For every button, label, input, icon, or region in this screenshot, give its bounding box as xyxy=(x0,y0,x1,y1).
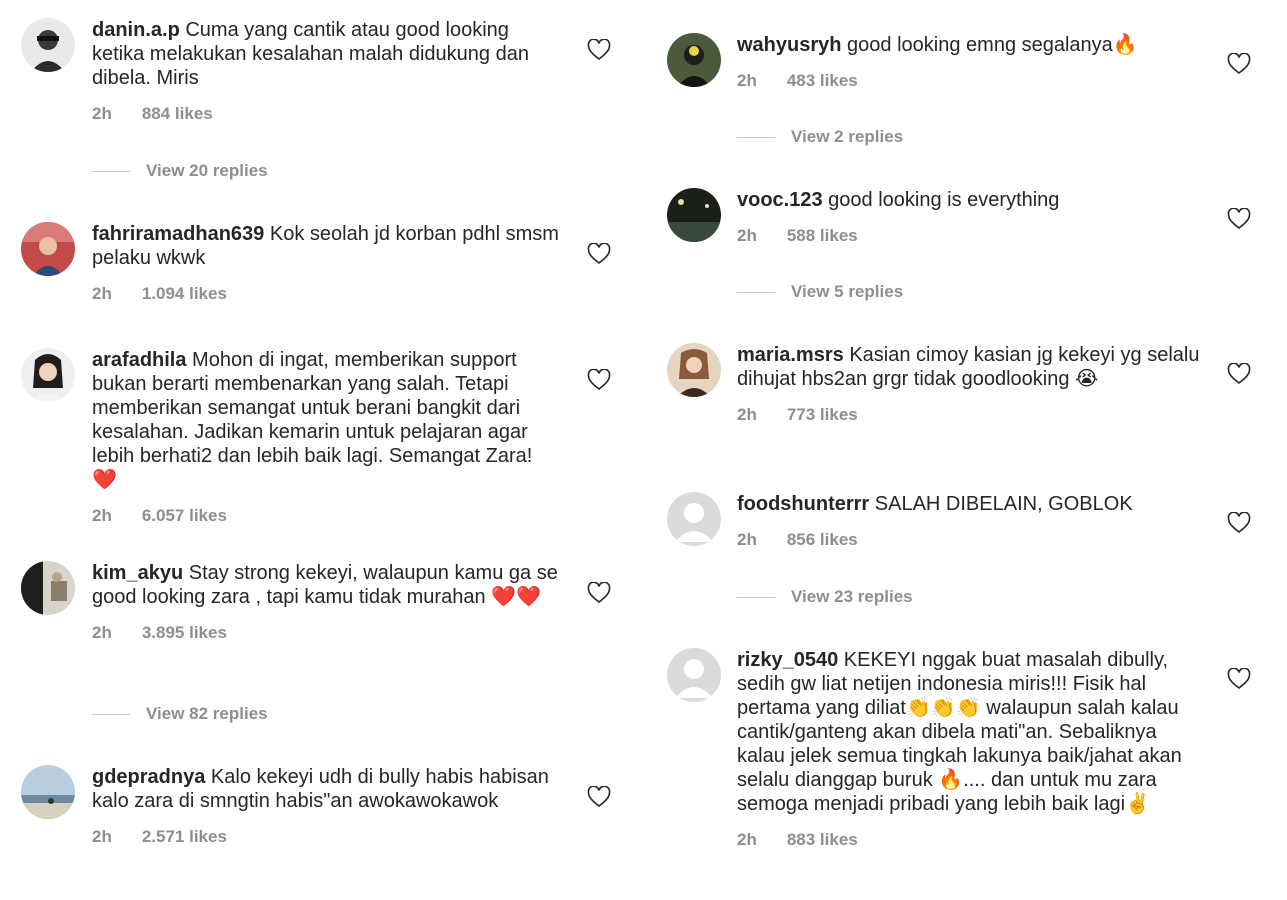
username-link[interactable]: foodshunterrr xyxy=(737,493,869,515)
like-heart-icon[interactable] xyxy=(587,369,611,391)
like-heart-icon[interactable] xyxy=(587,243,611,265)
comment-body: SALAH DIBELAIN, GOBLOK xyxy=(874,493,1133,515)
likes-count[interactable]: 884 likes xyxy=(142,104,213,124)
likes-count[interactable]: 3.895 likes xyxy=(142,623,227,643)
avatar[interactable] xyxy=(667,343,721,397)
likes-count[interactable]: 483 likes xyxy=(787,71,858,91)
timestamp: 2h xyxy=(737,405,757,424)
view-replies-button[interactable]: View 23 replies xyxy=(737,587,913,607)
replies-divider xyxy=(737,136,775,138)
comment-meta: 2h 3.895 likes xyxy=(92,623,562,643)
replies-divider xyxy=(737,291,775,293)
avatar[interactable] xyxy=(21,222,75,276)
view-replies-button[interactable]: View 20 replies xyxy=(92,161,268,181)
view-replies-label[interactable]: View 2 replies xyxy=(791,127,903,147)
username-link[interactable]: maria.msrs xyxy=(737,344,844,366)
view-replies-label[interactable]: View 5 replies xyxy=(791,282,903,302)
likes-count[interactable]: 6.057 likes xyxy=(142,506,227,526)
likes-count[interactable]: 588 likes xyxy=(787,226,858,246)
timestamp: 2h xyxy=(737,71,757,90)
like-heart-icon[interactable] xyxy=(1227,53,1251,75)
comment-meta: 2h 856 likes xyxy=(737,530,1207,550)
like-heart-icon[interactable] xyxy=(1227,668,1251,690)
like-heart-icon[interactable] xyxy=(1227,512,1251,534)
comment-text: rizky_0540 KEKEYI nggak buat masalah dib… xyxy=(737,648,1207,816)
avatar[interactable] xyxy=(667,33,721,87)
comment-meta: 2h 773 likes xyxy=(737,405,1207,425)
replies-divider xyxy=(92,170,130,172)
username-link[interactable]: wahyusryh xyxy=(737,34,841,56)
like-heart-icon[interactable] xyxy=(587,786,611,808)
username-link[interactable]: vooc.123 xyxy=(737,189,823,211)
comment-text: foodshunterrr SALAH DIBELAIN, GOBLOK xyxy=(737,492,1207,516)
username-link[interactable]: gdepradnya xyxy=(92,766,205,788)
likes-count[interactable]: 883 likes xyxy=(787,830,858,850)
comment-meta: 2h 2.571 likes xyxy=(92,827,562,847)
avatar[interactable] xyxy=(667,188,721,242)
like-heart-icon[interactable] xyxy=(1227,208,1251,230)
avatar[interactable] xyxy=(21,765,75,819)
likes-count[interactable]: 856 likes xyxy=(787,530,858,550)
username-link[interactable]: rizky_0540 xyxy=(737,649,838,671)
comment-meta: 2h 6.057 likes xyxy=(92,506,562,526)
comment-body: good looking is everything xyxy=(828,189,1060,211)
view-replies-button[interactable]: View 2 replies xyxy=(737,127,903,147)
view-replies-label[interactable]: View 82 replies xyxy=(146,704,268,724)
replies-divider xyxy=(737,596,775,598)
timestamp: 2h xyxy=(92,827,112,846)
comment-text: kim_akyu Stay strong kekeyi, walaupun ka… xyxy=(92,561,562,609)
comment-body: KEKEYI nggak buat masalah dibully, sedih… xyxy=(737,649,1182,815)
comment-text: danin.a.p Cuma yang cantik atau good loo… xyxy=(92,18,562,90)
comment-text: arafadhila Mohon di ingat, memberikan su… xyxy=(92,348,562,492)
default-avatar-icon[interactable] xyxy=(667,648,721,702)
timestamp: 2h xyxy=(92,284,112,303)
comment-text: fahriramadhan639 Kok seolah jd korban pd… xyxy=(92,222,562,270)
comment-text: gdepradnya Kalo kekeyi udh di bully habi… xyxy=(92,765,562,813)
like-heart-icon[interactable] xyxy=(587,582,611,604)
view-replies-label[interactable]: View 23 replies xyxy=(791,587,913,607)
comment-meta: 2h 483 likes xyxy=(737,71,1207,91)
like-heart-icon[interactable] xyxy=(1227,363,1251,385)
comment-text: maria.msrs Kasian cimoy kasian jg kekeyi… xyxy=(737,343,1207,391)
timestamp: 2h xyxy=(737,226,757,245)
comment-meta: 2h 588 likes xyxy=(737,226,1207,246)
username-link[interactable]: fahriramadhan639 xyxy=(92,223,264,245)
timestamp: 2h xyxy=(92,623,112,642)
likes-count[interactable]: 1.094 likes xyxy=(142,284,227,304)
replies-divider xyxy=(92,713,130,715)
avatar[interactable] xyxy=(21,348,75,402)
comment-meta: 2h 884 likes xyxy=(92,104,562,124)
likes-count[interactable]: 773 likes xyxy=(787,405,858,425)
comment-meta: 2h 1.094 likes xyxy=(92,284,562,304)
comment-text: vooc.123 good looking is everything xyxy=(737,188,1207,212)
avatar[interactable] xyxy=(21,561,75,615)
timestamp: 2h xyxy=(737,530,757,549)
default-avatar-icon[interactable] xyxy=(667,492,721,546)
timestamp: 2h xyxy=(92,506,112,525)
comment-text: wahyusryh good looking emng segalanya🔥 xyxy=(737,33,1207,57)
timestamp: 2h xyxy=(92,104,112,123)
timestamp: 2h xyxy=(737,830,757,849)
avatar[interactable] xyxy=(21,18,75,72)
username-link[interactable]: arafadhila xyxy=(92,349,186,371)
view-replies-button[interactable]: View 82 replies xyxy=(92,704,268,724)
comment-body: good looking emng segalanya🔥 xyxy=(847,34,1138,56)
comment-meta: 2h 883 likes xyxy=(737,830,1207,850)
view-replies-button[interactable]: View 5 replies xyxy=(737,282,903,302)
username-link[interactable]: kim_akyu xyxy=(92,562,183,584)
view-replies-label[interactable]: View 20 replies xyxy=(146,161,268,181)
likes-count[interactable]: 2.571 likes xyxy=(142,827,227,847)
like-heart-icon[interactable] xyxy=(587,39,611,61)
username-link[interactable]: danin.a.p xyxy=(92,19,180,41)
